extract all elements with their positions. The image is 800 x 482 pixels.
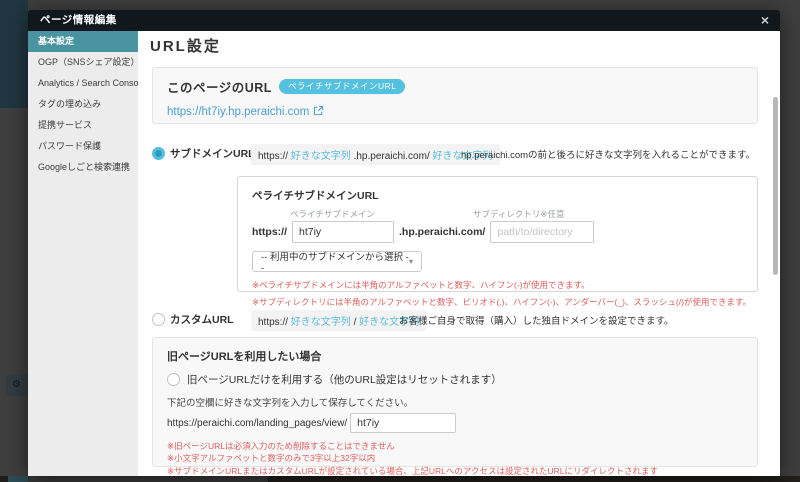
legacy-url-instruction: 下記の空欄に好きな文字列を入力して保存してください。: [167, 395, 743, 409]
subdomain-url-badge: ペライチサブドメインURL: [279, 79, 406, 95]
sidebar-item-partner-services[interactable]: 提携サービス: [28, 115, 138, 136]
current-url-box: このページのURL ペライチサブドメインURL https://ht7iy.hp…: [152, 67, 758, 124]
sidebar-item-google-jobs[interactable]: Googleしごと検索連携: [28, 157, 138, 178]
subdirectory-field-label: サブディレクトリ※任意: [473, 208, 565, 220]
subdirectory-input[interactable]: [490, 221, 594, 243]
subdomain-url-row: サブドメインURL https:// 好きな文字列 .hp.peraichi.c…: [152, 146, 255, 160]
legacy-note-2: ※小文字アルファベットと数字のみで3字以上32字以内: [167, 452, 743, 464]
subdomain-note-1: ※ペライチサブドメインには半角のアルファベットと数字、ハイフン(-)が使用できま…: [252, 279, 743, 291]
external-link-icon[interactable]: [313, 103, 324, 121]
subdomain-select-label: -- 利用中のサブドメインから選択 --: [261, 249, 409, 274]
custom-url-radio-label[interactable]: カスタムURL: [170, 312, 234, 327]
underlying-page-section: [0, 0, 28, 108]
subdomain-url-radio-label[interactable]: サブドメインURL: [170, 146, 255, 161]
domain-suffix: .hp.peraichi.com/: [399, 226, 485, 238]
custom-url-radio[interactable]: [152, 313, 165, 326]
sidebar-item-basic-settings[interactable]: 基本設定: [28, 31, 138, 52]
legacy-url-title: 旧ページURLを利用したい場合: [167, 348, 743, 364]
underlying-bottom-teal-segment: [8, 476, 28, 482]
custom-url-row: カスタムURL https:// 好きな文字列 / 好きな文字列 お客様ご自身で…: [152, 312, 234, 326]
legacy-url-prefix: https://peraichi.com/landing_pages/view/: [167, 418, 347, 429]
scrollbar-thumb[interactable]: [773, 97, 778, 275]
url-settings-panel: URL設定 このページのURL ペライチサブドメインURL https://ht…: [138, 31, 780, 476]
subdomain-select[interactable]: -- 利用中のサブドメインから選択 -- ▾: [252, 251, 422, 272]
subdomain-settings-box: ペライチサブドメインURL ペライチサブドメイン サブディレクトリ※任意 htt…: [237, 176, 758, 292]
custom-url-description: お客様ご自身で取得（購入）した独自ドメインを設定できます。: [399, 313, 674, 327]
subdomain-url-radio[interactable]: [152, 147, 165, 160]
legacy-note-1: ※旧ページURLは必須入力のため削除することはできません: [167, 440, 743, 452]
sidebar-item-ogp[interactable]: OGP（SNSシェア設定）: [28, 52, 138, 73]
protocol-prefix: https://: [252, 226, 287, 238]
subdomain-box-title: ペライチサブドメインURL: [252, 188, 743, 203]
modal-title: ページ情報編集: [40, 10, 117, 31]
current-url-link[interactable]: https://ht7iy.hp.peraichi.com: [167, 106, 309, 118]
legacy-url-input[interactable]: [350, 413, 456, 433]
gear-icon: ⚙: [12, 380, 21, 390]
page-info-edit-modal: ページ情報編集 × 基本設定 OGP（SNSシェア設定） Analytics /…: [28, 10, 780, 476]
legacy-url-box: 旧ページURLを利用したい場合 旧ページURLだけを利用する（他のURL設定はリ…: [152, 337, 758, 467]
subdomain-note-2: ※サブディレクトリには半角のアルファベットと数字、ピリオド(.)、ハイフン(-)…: [252, 296, 743, 308]
close-icon[interactable]: ×: [761, 10, 769, 30]
legacy-note-3: ※サブドメインURLまたはカスタムURLが設定されている場合、上記URLへのアク…: [167, 465, 743, 477]
subdomain-url-description: hp.peraichi.comの前と後ろに好きな文字列を入れることができます。: [461, 147, 755, 161]
subdomain-field-label: ペライチサブドメイン: [290, 208, 375, 220]
subdomain-input[interactable]: [292, 221, 394, 243]
modal-header: ページ情報編集 ×: [28, 10, 780, 31]
sidebar-item-analytics[interactable]: Analytics / Search Console: [28, 73, 138, 94]
settings-sidebar: 基本設定 OGP（SNSシェア設定） Analytics / Search Co…: [28, 31, 138, 476]
chevron-down-icon: ▾: [409, 257, 413, 266]
current-url-label: このページのURL: [167, 77, 272, 96]
sidebar-item-password-protect[interactable]: パスワード保護: [28, 136, 138, 157]
legacy-url-radio-label[interactable]: 旧ページURLだけを利用する（他のURL設定はリセットされます）: [187, 372, 502, 387]
legacy-url-radio[interactable]: [167, 373, 180, 386]
page-title: URL設定: [150, 35, 221, 56]
sidebar-item-tag-embed[interactable]: タグの埋め込み: [28, 94, 138, 115]
